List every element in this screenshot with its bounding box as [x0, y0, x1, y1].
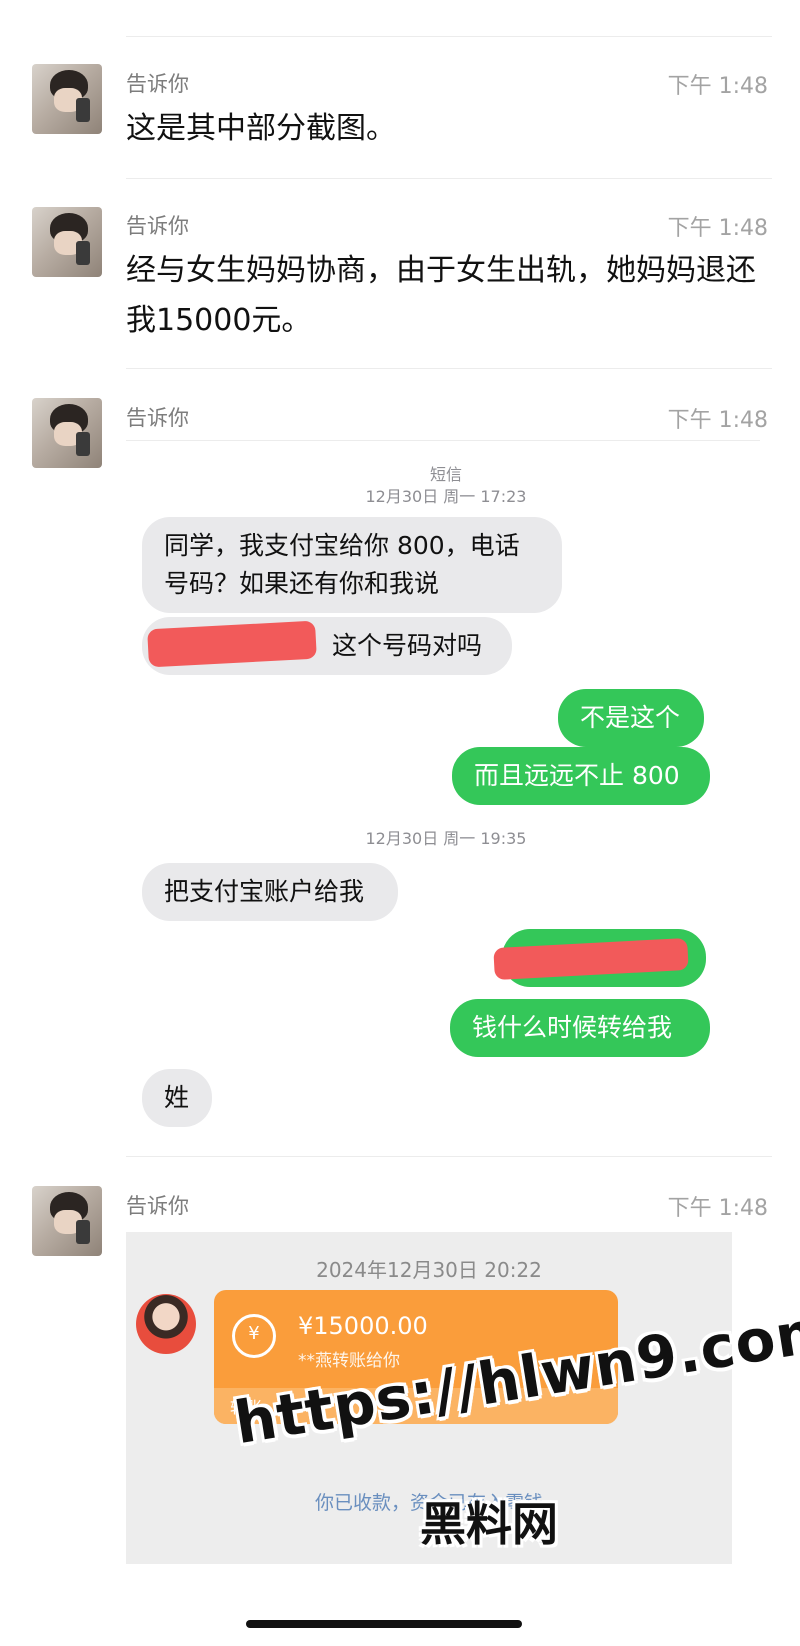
- avatar[interactable]: [32, 398, 102, 468]
- message-time: 下午 1:48: [667, 216, 768, 241]
- sms-screenshot-image[interactable]: 短信 12月30日 周一 17:23 同学，我支付宝给你 800，电话号码？如果…: [126, 465, 766, 1165]
- watermark-name: 黑料网: [420, 1497, 558, 1551]
- payer-avatar[interactable]: [136, 1294, 196, 1354]
- bubble-text: 这个号码对吗: [332, 631, 483, 660]
- transfer-icon: [232, 1314, 276, 1358]
- avatar[interactable]: [32, 1186, 102, 1256]
- message-text: 经与女生妈妈协商，由于女生出轨，她妈妈退还我15000元。: [126, 253, 756, 338]
- bubble-text: 不是这个: [580, 703, 681, 732]
- sms-bubble-incoming: 把支付宝账户给我: [142, 863, 398, 921]
- sms-header-title: 短信: [429, 465, 462, 484]
- bubble-text: 而且远远不止 800: [474, 761, 680, 790]
- sender-name: 告诉你: [126, 214, 189, 238]
- sender-name: 告诉你: [126, 1194, 189, 1218]
- transfer-datetime: 2024年12月30日 20:22: [316, 1258, 542, 1282]
- sender-name: 告诉你: [126, 406, 189, 430]
- sms-date: 12月30日 周一 19:35: [365, 829, 527, 848]
- divider: [126, 178, 772, 179]
- sms-bubble-outgoing: 钱什么时候转给我: [450, 999, 710, 1057]
- sms-bubble-incoming: 同学，我支付宝给你 800，电话号码？如果还有你和我说: [142, 517, 562, 613]
- divider: [126, 440, 760, 441]
- sender-name: 告诉你: [126, 72, 189, 96]
- bubble-text: 把支付宝账户给我: [164, 877, 365, 906]
- divider: [126, 36, 772, 37]
- message-time: 下午 1:48: [667, 408, 768, 433]
- bubble-text: 姓: [164, 1083, 190, 1112]
- transfer-amount: ¥15000.00: [298, 1312, 428, 1340]
- bubble-text: 同学，我支付宝给你 800，电话号码？如果还有你和我说: [164, 531, 520, 598]
- sms-bubble-outgoing: 而且远远不止 800: [452, 747, 710, 805]
- message-time: 下午 1:48: [667, 1196, 768, 1221]
- bubble-text: 钱什么时候转给我: [472, 1013, 673, 1042]
- divider: [126, 1156, 772, 1157]
- avatar[interactable]: [32, 64, 102, 134]
- sms-bubble-incoming: 姓: [142, 1069, 212, 1127]
- home-indicator: [246, 1620, 522, 1628]
- message-time: 下午 1:48: [667, 74, 768, 99]
- sms-date: 12月30日 周一 17:23: [365, 487, 527, 506]
- sms-bubble-outgoing: 不是这个: [558, 689, 704, 747]
- divider: [126, 368, 772, 369]
- message-text: 这是其中部分截图。: [126, 111, 396, 146]
- avatar[interactable]: [32, 207, 102, 277]
